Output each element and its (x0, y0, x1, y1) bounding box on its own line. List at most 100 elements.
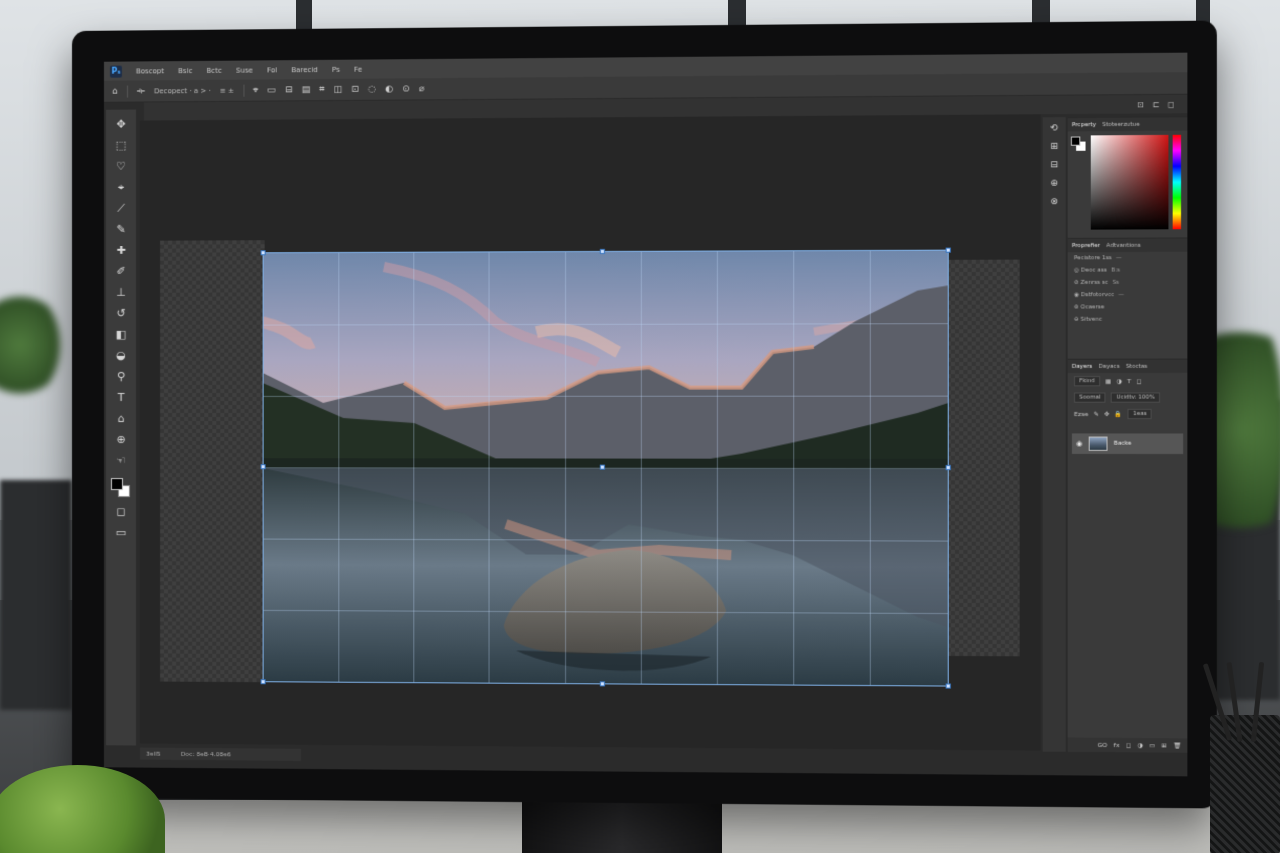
trash-icon[interactable]: 🗑 (1173, 742, 1181, 749)
dodge-tool-icon[interactable]: ⚲ (112, 368, 130, 385)
menu-item[interactable]: Barecid (291, 65, 318, 73)
tab-channels[interactable]: Dayacs (1099, 363, 1120, 369)
adjustment-layer-icon[interactable]: ◑ (1137, 742, 1143, 749)
content-aware-icon[interactable]: ◫ (334, 84, 343, 94)
filter-shape-icon[interactable]: ◻ (1136, 378, 1141, 385)
property-value[interactable]: — (1118, 292, 1124, 298)
crop-ratio-select[interactable]: Decopect · a > · (154, 86, 211, 94)
menu-item[interactable]: Ps (332, 65, 340, 73)
menu-item[interactable]: Bsic (178, 67, 192, 75)
visibility-eye-icon[interactable]: ◉ (1076, 440, 1082, 448)
lock-all-icon[interactable]: 🔒 (1115, 410, 1123, 417)
arrange-icon[interactable]: ⊡ (1137, 100, 1144, 109)
paths-icon[interactable]: ⊗ (1050, 197, 1058, 207)
crop-tool-icon[interactable]: ⟋ (112, 200, 130, 217)
crop-tool-preset-icon[interactable]: ⟛ (137, 86, 145, 96)
menu-item[interactable]: Bctc (207, 66, 222, 74)
delete-cropped-icon[interactable]: ▤ (302, 85, 311, 95)
brushes-icon[interactable]: ⊕ (1050, 179, 1058, 189)
commit-icon[interactable]: ◐ (385, 84, 393, 94)
workspace-icon[interactable]: ⊏ (1152, 100, 1159, 109)
filter-pixel-icon[interactable]: ▦ (1105, 378, 1111, 385)
crop-handle-top-left[interactable] (260, 250, 266, 256)
foreground-color-swatch[interactable] (110, 478, 123, 491)
healing-tool-icon[interactable]: ✚ (112, 242, 130, 259)
canvas-area[interactable] (140, 114, 1041, 751)
lasso-tool-icon[interactable]: ♡ (112, 158, 130, 175)
adjustments-icon[interactable]: ⊞ (1050, 142, 1058, 152)
eraser-tool-icon[interactable]: ◧ (112, 326, 130, 343)
lock-pixels-icon[interactable]: ✎ (1094, 410, 1099, 417)
property-value[interactable]: B:s (1111, 267, 1120, 273)
crop-frame[interactable] (260, 247, 951, 689)
link-layers-icon[interactable]: GO (1097, 741, 1107, 748)
menu-item[interactable]: Suse (236, 66, 253, 74)
crop-handle-left[interactable] (260, 464, 266, 470)
tab-layers[interactable]: Dayers (1072, 363, 1092, 369)
clone-stamp-tool-icon[interactable]: ⊥ (112, 284, 130, 301)
crop-handle-bottom[interactable] (599, 681, 605, 687)
crop-handle-top-right[interactable] (945, 247, 951, 253)
tab-swatches[interactable]: Stoteerzutue (1102, 121, 1139, 127)
brush-tool-icon[interactable]: ✐ (112, 263, 130, 280)
menu-item[interactable]: Fol (267, 66, 277, 74)
gradient-tool-icon[interactable]: ◒ (112, 347, 130, 364)
reset-icon[interactable]: ⊡ (351, 84, 359, 94)
libraries-icon[interactable]: ⊟ (1050, 160, 1058, 170)
settings-icon[interactable]: ⊟ (285, 85, 293, 95)
new-group-icon[interactable]: ▭ (1149, 742, 1155, 749)
crop-handle-bottom-left[interactable] (260, 679, 266, 685)
add-mask-icon[interactable]: ◻ (1126, 742, 1131, 749)
zoom-level[interactable]: 3ell5 (146, 750, 161, 757)
hand-tool-icon[interactable]: ☜ (112, 452, 130, 469)
crop-handle-bottom-right[interactable] (945, 683, 951, 689)
rotate-icon[interactable]: ⊙ (402, 84, 410, 94)
move-tool-icon[interactable]: ✥ (112, 116, 130, 133)
fullscreen-icon[interactable]: ◻ (1168, 99, 1175, 108)
layer-kind-filter[interactable]: Fkind (1074, 376, 1101, 387)
fill-field[interactable]: 1eas (1127, 408, 1153, 420)
new-layer-icon[interactable]: ⊞ (1161, 742, 1166, 749)
zoom-tool-icon[interactable]: ⊕ (112, 431, 130, 448)
marquee-tool-icon[interactable]: ⬚ (112, 137, 130, 154)
app-logo[interactable]: Pₛ (109, 65, 122, 78)
filter-adjust-icon[interactable]: ◑ (1116, 378, 1122, 385)
tab-color[interactable]: Prcperty (1072, 122, 1096, 128)
hue-slider[interactable] (1172, 134, 1182, 230)
blend-mode-select[interactable]: Soomal (1074, 392, 1106, 403)
screen-mode-icon[interactable]: ▭ (112, 524, 130, 541)
layer-style-icon[interactable]: fx (1114, 741, 1120, 748)
menu-item[interactable]: Boscopt (136, 67, 164, 75)
ratio-controls[interactable]: ≡ ± (220, 86, 234, 94)
path-select-tool-icon[interactable]: ⌂ (112, 410, 130, 427)
property-value[interactable]: — (1116, 255, 1122, 261)
flip-icon[interactable]: ⌀ (419, 84, 425, 94)
cancel-icon[interactable]: ◌ (368, 84, 376, 94)
panel-foreground-swatch[interactable] (1070, 136, 1081, 146)
home-icon[interactable]: ⌂ (112, 86, 118, 96)
menu-item[interactable]: Fe (354, 65, 362, 73)
overlay-icon[interactable]: ▭ (267, 85, 276, 95)
quick-select-tool-icon[interactable]: ⌖ (112, 179, 130, 196)
history-icon[interactable]: ⟲ (1050, 123, 1058, 133)
layer-row[interactable]: ◉ Backe (1071, 433, 1184, 455)
tab-paths[interactable]: Stoctas (1126, 363, 1147, 369)
crop-handle-center[interactable] (599, 464, 605, 470)
opacity-field[interactable]: Ucidtv: 100% (1111, 392, 1161, 403)
text-tool-icon[interactable]: T (112, 389, 130, 406)
grid-icon[interactable]: ⌗ (319, 85, 324, 95)
filter-type-icon[interactable]: T (1127, 378, 1131, 385)
tab-adjustments[interactable]: Adtvantions (1106, 242, 1140, 248)
property-value[interactable]: Ss (1112, 280, 1119, 286)
straighten-icon[interactable]: ⌖ (253, 85, 258, 95)
crop-handle-top[interactable] (599, 248, 605, 255)
document-info[interactable]: Doc: 8eB·4.08e6 (181, 750, 231, 757)
eyedropper-tool-icon[interactable]: ✎ (112, 221, 130, 238)
history-brush-tool-icon[interactable]: ↺ (112, 305, 130, 322)
quick-mask-icon[interactable]: ◻ (112, 503, 130, 520)
lock-position-icon[interactable]: ✥ (1104, 410, 1109, 417)
tab-properties[interactable]: Proprefier (1072, 242, 1100, 248)
color-picker-field[interactable] (1090, 134, 1169, 230)
color-swatches[interactable] (110, 477, 132, 499)
crop-handle-right[interactable] (945, 465, 951, 471)
